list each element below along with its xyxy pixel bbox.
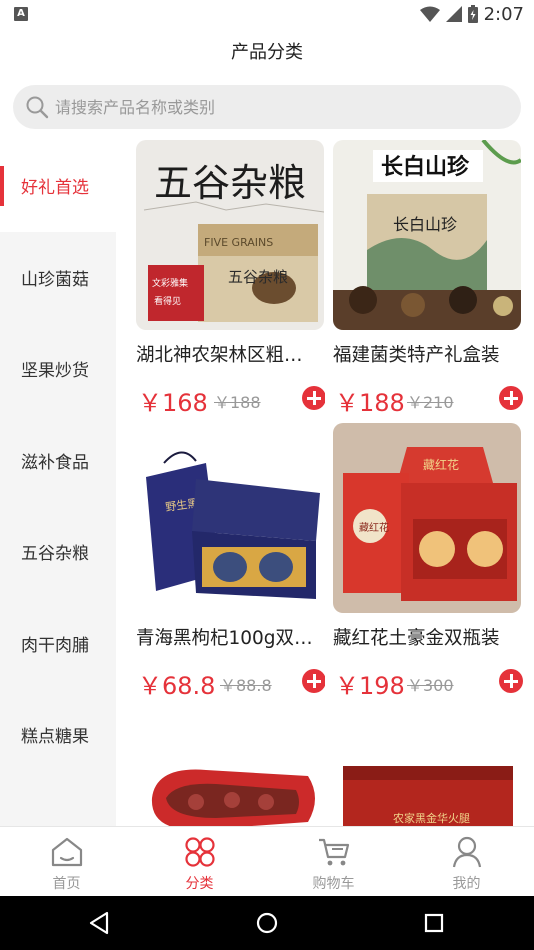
product-image-title: 藏红花 bbox=[423, 457, 459, 472]
wifi-icon bbox=[419, 6, 440, 22]
sidebar-item-label: 坚果炒货 bbox=[21, 361, 89, 382]
app-screen: A 2:07 产品分类 请搜索产品名称或类别 好礼首选 山珍菌菇 坚果炒货 滋补… bbox=[0, 0, 534, 950]
product-price: ￥168 bbox=[138, 389, 208, 415]
product-image-subtitle: FIVE GRAINS bbox=[204, 236, 273, 249]
product-image: 长白山珍 长白山珍 bbox=[333, 140, 521, 330]
sidebar-item-label: 山珍菌菇 bbox=[21, 269, 89, 290]
search-bar bbox=[0, 76, 534, 138]
sidebar-item-pastries[interactable]: 糕点糖果 bbox=[0, 689, 116, 781]
tab-cart[interactable]: 购物车 bbox=[267, 827, 400, 897]
product-old-price: ￥210 bbox=[407, 393, 454, 412]
sidebar-item-tonics[interactable]: 滋补食品 bbox=[0, 415, 116, 507]
signal-icon bbox=[445, 6, 462, 22]
product-name: 青海黑枸杞100g双瓶装 bbox=[136, 628, 318, 649]
search-box[interactable] bbox=[13, 85, 521, 129]
product-old-price: ￥88.8 bbox=[220, 676, 272, 695]
product-image bbox=[136, 706, 324, 826]
sidebar-item-label: 滋补食品 bbox=[21, 452, 89, 473]
recents-icon[interactable] bbox=[424, 913, 444, 933]
status-bar: A 2:07 bbox=[0, 0, 534, 28]
search-input[interactable] bbox=[55, 85, 495, 129]
tab-label: 我的 bbox=[452, 876, 481, 892]
product-name: 藏红花土豪金双瓶装 bbox=[333, 628, 500, 649]
page-header: 产品分类 bbox=[0, 28, 534, 74]
page-title: 产品分类 bbox=[231, 42, 303, 63]
user-icon bbox=[452, 836, 482, 868]
product-image-box-label: 长白山珍 bbox=[393, 215, 457, 234]
sidebar-item-grains[interactable]: 五谷杂粮 bbox=[0, 506, 116, 598]
battery-icon bbox=[467, 5, 478, 23]
product-image-box-label: 藏红花 bbox=[359, 521, 389, 534]
back-icon[interactable] bbox=[88, 911, 110, 935]
cart-icon bbox=[319, 838, 350, 866]
category-sidebar: 好礼首选 山珍菌菇 坚果炒货 滋补食品 五谷杂粮 肉干肉脯 糕点糖果 bbox=[0, 140, 116, 826]
product-image-title: 长白山珍 bbox=[381, 154, 470, 180]
product-image: 野生黑枸杞 bbox=[136, 423, 324, 613]
status-indicators: 2:07 bbox=[419, 3, 524, 25]
product-old-price: ￥188 bbox=[214, 393, 261, 412]
product-card[interactable]: 五谷杂粮 FIVE GRAINS 五谷杂粮 文彩雅集 看得见 湖北神农架林区粗粮… bbox=[128, 140, 332, 415]
tab-home[interactable]: 首页 bbox=[0, 827, 133, 897]
tab-category[interactable]: 分类 bbox=[133, 827, 266, 897]
sidebar-item-nuts[interactable]: 坚果炒货 bbox=[0, 323, 116, 415]
product-image-title: 农家黑金华火腿 bbox=[393, 811, 470, 825]
product-price: ￥68.8 bbox=[138, 672, 216, 698]
add-to-cart-button[interactable] bbox=[499, 386, 523, 410]
app-notification-icon: A bbox=[14, 7, 28, 21]
sidebar-item-label: 好礼首选 bbox=[21, 178, 89, 199]
sidebar-item-jerky[interactable]: 肉干肉脯 bbox=[0, 598, 116, 690]
product-image-box-label: 五谷杂粮 bbox=[228, 268, 288, 286]
search-icon bbox=[26, 96, 49, 119]
sidebar-item-gift-picks[interactable]: 好礼首选 bbox=[0, 140, 116, 232]
sidebar-item-label: 肉干肉脯 bbox=[21, 635, 89, 656]
product-image-title: 五谷杂粮 bbox=[154, 161, 306, 205]
home-icon bbox=[51, 837, 83, 867]
product-image: 藏红花 藏红花 bbox=[333, 423, 521, 613]
product-grid: 五谷杂粮 FIVE GRAINS 五谷杂粮 文彩雅集 看得见 湖北神农架林区粗粮… bbox=[128, 140, 534, 826]
product-card[interactable]: 长白山珍 长白山珍 福建菌类特产礼盒装 ￥188 ￥210 bbox=[325, 140, 534, 415]
tab-profile[interactable]: 我的 bbox=[400, 827, 533, 897]
product-price: ￥198 bbox=[335, 672, 405, 698]
sidebar-item-mushrooms[interactable]: 山珍菌菇 bbox=[0, 232, 116, 324]
product-name: 福建菌类特产礼盒装 bbox=[333, 345, 500, 366]
home-button-icon[interactable] bbox=[256, 912, 278, 934]
tab-label: 首页 bbox=[52, 876, 81, 892]
sidebar-item-label: 糕点糖果 bbox=[21, 727, 89, 748]
product-image-stamp: 文彩雅集 bbox=[152, 277, 188, 289]
sidebar-item-label: 五谷杂粮 bbox=[21, 544, 89, 565]
system-nav-bar bbox=[0, 896, 534, 950]
product-card[interactable] bbox=[128, 706, 332, 826]
tab-label: 分类 bbox=[185, 876, 214, 892]
add-to-cart-button[interactable] bbox=[499, 669, 523, 693]
product-card[interactable]: 藏红花 藏红花 藏红花土豪金双瓶装 ￥198 ￥300 bbox=[325, 423, 534, 698]
product-name: 湖北神农架林区粗粮礼盒 bbox=[136, 345, 318, 366]
product-image: 农家黑金华火腿 bbox=[333, 706, 521, 826]
product-card[interactable]: 野生黑枸杞 青海黑枸杞100g双瓶装 ￥68.8 ￥88.8 bbox=[128, 423, 332, 698]
category-icon bbox=[185, 837, 215, 867]
status-time: 2:07 bbox=[483, 3, 524, 25]
product-card[interactable]: 农家黑金华火腿 bbox=[325, 706, 534, 826]
add-to-cart-button[interactable] bbox=[302, 669, 326, 693]
bottom-tab-bar: 首页 分类 购物车 我的 bbox=[0, 826, 534, 896]
product-price: ￥188 bbox=[335, 389, 405, 415]
add-to-cart-button[interactable] bbox=[302, 386, 326, 410]
product-image: 五谷杂粮 FIVE GRAINS 五谷杂粮 文彩雅集 看得见 bbox=[136, 140, 324, 330]
product-image-stamp-2: 看得见 bbox=[154, 295, 181, 307]
product-old-price: ￥300 bbox=[407, 676, 454, 695]
tab-label: 购物车 bbox=[312, 876, 355, 892]
